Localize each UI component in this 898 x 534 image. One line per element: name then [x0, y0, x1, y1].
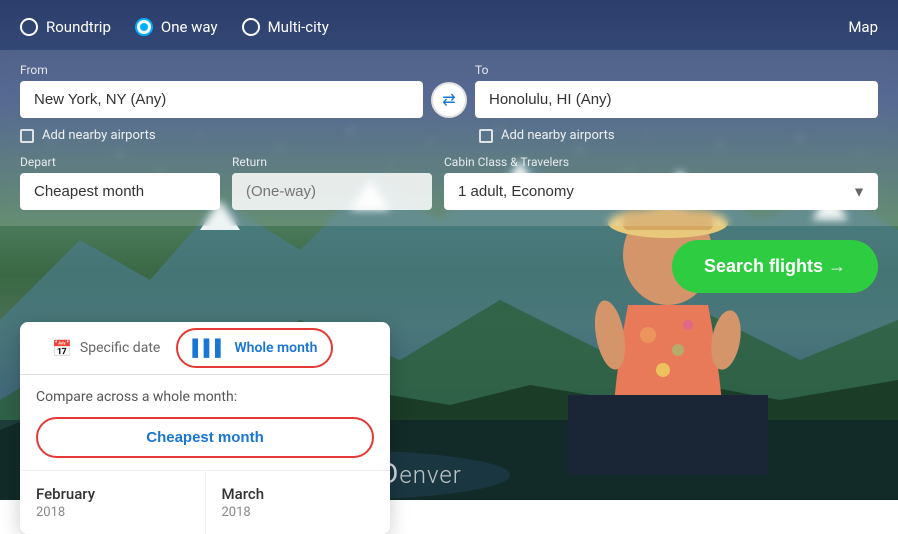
date-cabin-row: Depart Return Cabin Class & Travelers 1 … — [20, 155, 878, 210]
month-option-february[interactable]: February 2018 — [20, 471, 206, 534]
multicity-option[interactable]: Multi-city — [242, 18, 329, 36]
multicity-radio[interactable] — [242, 18, 260, 36]
cheapest-month-label: Cheapest month — [146, 429, 264, 446]
nearby-right-label: Add nearby airports — [501, 128, 615, 143]
cabin-group: Cabin Class & Travelers 1 adult, Economy… — [444, 155, 878, 210]
ui-overlay: Roundtrip One way Multi-city Map From ⇄ — [0, 0, 898, 500]
map-link[interactable]: Map — [848, 18, 878, 36]
to-input[interactable] — [475, 81, 878, 118]
nearby-row: Add nearby airports Add nearby airports — [20, 128, 878, 143]
return-input[interactable] — [232, 173, 432, 210]
february-year: 2018 — [36, 505, 189, 520]
city-rest: enver — [399, 461, 462, 489]
cheapest-btn-wrapper: Cheapest month — [20, 413, 390, 470]
oneway-radio[interactable] — [135, 18, 153, 36]
from-to-row: From ⇄ To — [20, 62, 878, 118]
depart-input[interactable] — [20, 173, 220, 210]
february-name: February — [36, 485, 189, 503]
cabin-wrapper: 1 adult, Economy ▼ — [444, 173, 878, 210]
whole-month-label: Whole month — [234, 340, 317, 356]
march-name: March — [222, 485, 375, 503]
from-label: From — [20, 63, 423, 77]
nearby-left-label: Add nearby airports — [42, 128, 156, 143]
calendar-icon: 📅 — [52, 339, 72, 358]
nearby-right-group: Add nearby airports — [427, 128, 878, 143]
search-flights-label: Search flights → — [704, 256, 846, 277]
specific-date-tab[interactable]: 📅 Specific date — [36, 325, 176, 373]
cabin-label: Cabin Class & Travelers — [444, 155, 878, 169]
return-group: Return — [232, 155, 432, 210]
depart-group: Depart — [20, 155, 220, 210]
compare-text: Compare across a whole month: — [20, 375, 390, 413]
nearby-left-group: Add nearby airports — [20, 128, 419, 143]
dropdown-tabs: 📅 Specific date ▌▌▌ Whole month — [20, 322, 390, 375]
trip-type-group: Roundtrip One way Multi-city — [20, 18, 848, 36]
roundtrip-option[interactable]: Roundtrip — [20, 18, 111, 36]
cabin-select[interactable]: 1 adult, Economy — [444, 173, 878, 210]
month-options: February 2018 March 2018 — [20, 470, 390, 534]
bar-chart-icon: ▌▌▌ — [192, 338, 226, 358]
search-form: From ⇄ To Add nearby airports Add nearby… — [0, 50, 898, 226]
oneway-option[interactable]: One way — [135, 18, 218, 36]
roundtrip-label: Roundtrip — [46, 18, 111, 36]
oneway-label: One way — [161, 18, 218, 36]
specific-date-label: Specific date — [80, 340, 160, 356]
date-picker-dropdown: 📅 Specific date ▌▌▌ Whole month Compare … — [20, 322, 390, 534]
top-bar: Roundtrip One way Multi-city Map — [0, 0, 898, 50]
from-input[interactable] — [20, 81, 423, 118]
from-field-group: From — [20, 63, 423, 118]
city-name: Denver — [380, 457, 462, 490]
roundtrip-radio[interactable] — [20, 18, 38, 36]
swap-button[interactable]: ⇄ — [431, 82, 467, 118]
march-year: 2018 — [222, 505, 375, 520]
to-label: To — [475, 63, 878, 77]
depart-label: Depart — [20, 155, 220, 169]
nearby-left-checkbox[interactable] — [20, 129, 34, 143]
swap-icon: ⇄ — [442, 90, 455, 110]
to-field-group: To — [475, 63, 878, 118]
cheapest-month-button[interactable]: Cheapest month — [36, 417, 374, 458]
month-option-march[interactable]: March 2018 — [206, 471, 391, 534]
return-label: Return — [232, 155, 432, 169]
search-flights-button[interactable]: Search flights → — [672, 240, 878, 293]
multicity-label: Multi-city — [268, 18, 329, 36]
whole-month-tab[interactable]: ▌▌▌ Whole month — [176, 328, 333, 368]
nearby-right-checkbox[interactable] — [479, 129, 493, 143]
